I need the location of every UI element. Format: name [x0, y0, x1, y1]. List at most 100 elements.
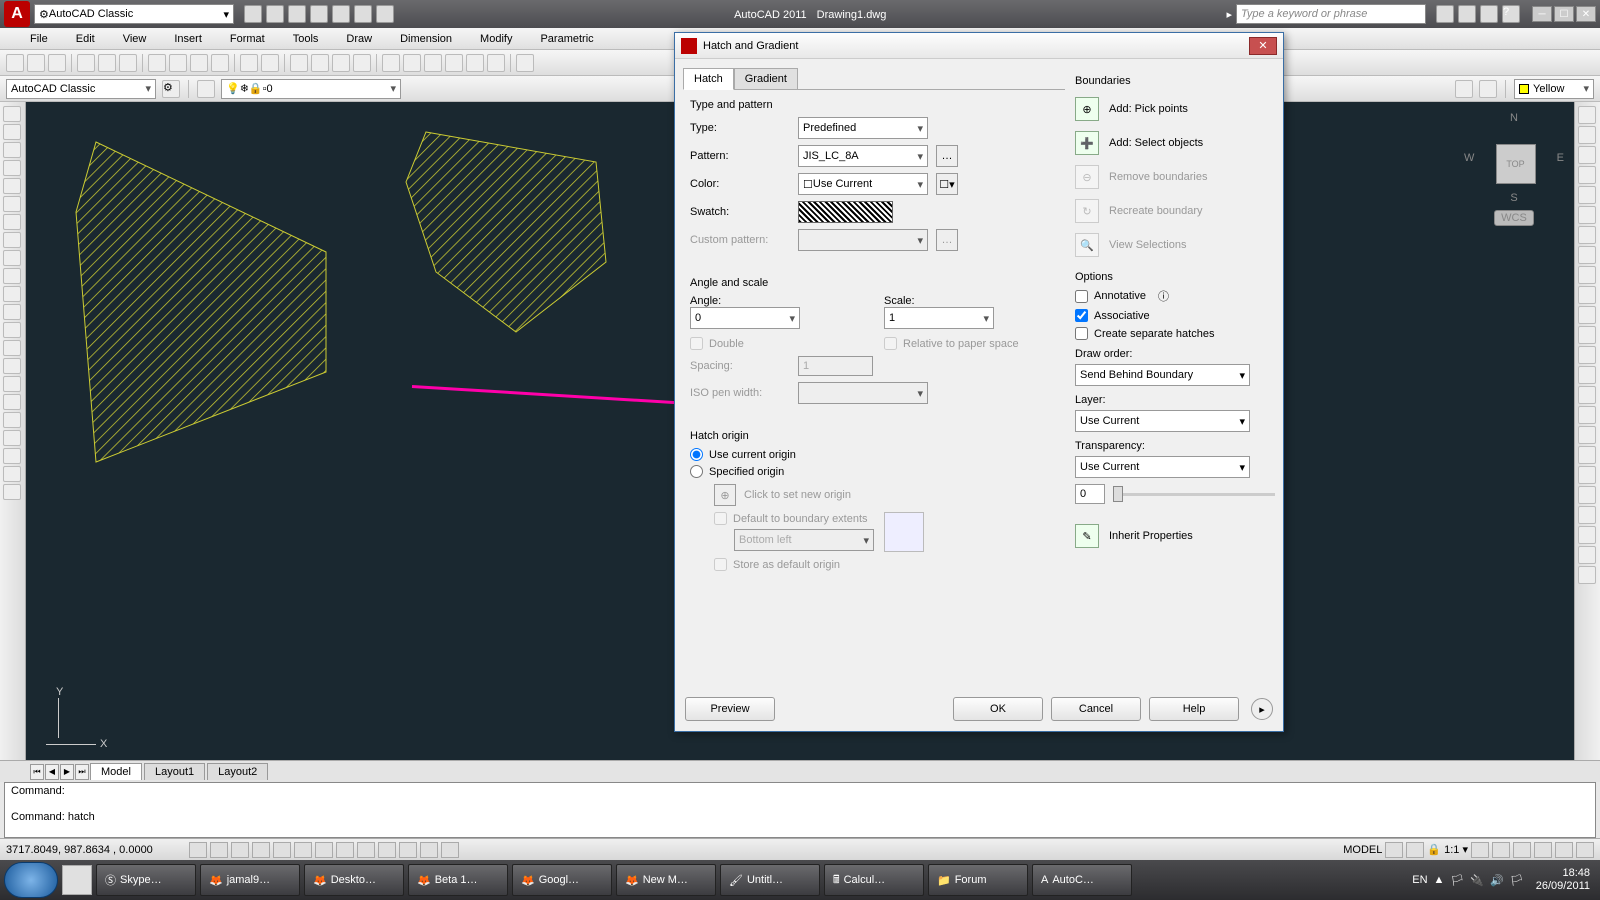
ortho-icon[interactable] — [231, 842, 249, 858]
ray-icon[interactable] — [3, 484, 21, 500]
chamfer-icon[interactable] — [1578, 366, 1596, 384]
donut-icon[interactable] — [3, 466, 21, 482]
qnew-icon[interactable] — [6, 54, 24, 72]
color-select[interactable]: ☐ Use Current — [798, 173, 928, 195]
pan-icon[interactable] — [290, 54, 308, 72]
close-button[interactable]: ✕ — [1576, 6, 1596, 22]
workspace-dd[interactable]: AutoCAD Classic — [6, 79, 156, 99]
rotate-icon[interactable] — [1578, 226, 1596, 244]
tray-flag-icon[interactable]: 🏳 — [1450, 874, 1464, 887]
preview-icon[interactable] — [98, 54, 116, 72]
layermatch-icon[interactable] — [1479, 80, 1497, 98]
region-icon[interactable] — [3, 268, 21, 284]
sc-icon[interactable] — [441, 842, 459, 858]
array-icon[interactable] — [1578, 186, 1596, 204]
paste-icon[interactable] — [190, 54, 208, 72]
menu-draw[interactable]: Draw — [346, 33, 372, 45]
tray-vol-icon[interactable]: 🔊 — [1490, 874, 1504, 887]
bgcolor-button[interactable]: ☐▾ — [936, 173, 958, 195]
menu-file[interactable]: File — [30, 33, 48, 45]
gradient-icon[interactable] — [3, 376, 21, 392]
task-ff2[interactable]: 🦊 Deskto… — [304, 864, 404, 896]
move-icon[interactable] — [1578, 206, 1596, 224]
maximize-button[interactable]: ☐ — [1554, 6, 1574, 22]
anno-icon[interactable] — [1471, 842, 1489, 858]
viewcube-n[interactable]: N — [1464, 112, 1564, 124]
center-icon[interactable] — [1578, 506, 1596, 524]
menu-edit[interactable]: Edit — [76, 33, 95, 45]
command-window[interactable]: Command: Command: hatch — [4, 782, 1596, 838]
match-icon[interactable] — [211, 54, 229, 72]
osnap-icon[interactable] — [273, 842, 291, 858]
menu-view[interactable]: View — [123, 33, 147, 45]
join-icon[interactable] — [1578, 346, 1596, 364]
helix-icon[interactable] — [3, 448, 21, 464]
stretch-icon[interactable] — [1578, 266, 1596, 284]
print-icon[interactable] — [376, 5, 394, 23]
gear-icon[interactable]: ⚙ — [162, 80, 180, 98]
menu-insert[interactable]: Insert — [174, 33, 202, 45]
task-paint[interactable]: 🖌 Untitl… — [720, 864, 820, 896]
specified-origin-radio[interactable]: Specified origin — [690, 465, 1058, 478]
zoomwin-icon[interactable] — [332, 54, 350, 72]
grid2-icon[interactable] — [1385, 842, 1403, 858]
select-objects-button[interactable]: ➕Add: Select objects — [1075, 131, 1275, 155]
circle-icon[interactable] — [3, 196, 21, 212]
associative-check[interactable]: Associative — [1075, 309, 1275, 322]
swatch-preview[interactable] — [798, 201, 893, 223]
annotative-check[interactable]: Annotative ⓘ — [1075, 288, 1275, 304]
block-icon[interactable] — [3, 340, 21, 356]
ellipse-icon[interactable] — [3, 232, 21, 248]
text-icon[interactable] — [1578, 446, 1596, 464]
angle-select[interactable]: 0 — [690, 307, 800, 329]
open-icon[interactable] — [266, 5, 284, 23]
line-icon[interactable] — [3, 106, 21, 122]
menu-parametric[interactable]: Parametric — [540, 33, 593, 45]
scale-select[interactable]: 1 — [884, 307, 994, 329]
menu-tools[interactable]: Tools — [293, 33, 319, 45]
tab-hatch[interactable]: Hatch — [683, 68, 734, 90]
cancel-button[interactable]: Cancel — [1051, 697, 1141, 721]
redo2-icon[interactable] — [261, 54, 279, 72]
cut-icon[interactable] — [148, 54, 166, 72]
task-ff3[interactable]: 🦊 Beta 1… — [408, 864, 508, 896]
edit-icon[interactable] — [1578, 526, 1596, 544]
layer-select[interactable]: Use Current — [1075, 410, 1250, 432]
menu-dimension[interactable]: Dimension — [400, 33, 452, 45]
props-icon[interactable] — [382, 54, 400, 72]
tray-power-icon[interactable]: 🔌 — [1470, 874, 1484, 887]
tpy-icon[interactable] — [399, 842, 417, 858]
insert-icon[interactable] — [3, 358, 21, 374]
annoscale[interactable]: 1:1 — [1444, 844, 1459, 856]
menu-modify[interactable]: Modify — [480, 33, 512, 45]
help2-icon[interactable] — [516, 54, 534, 72]
workspace-selector[interactable]: ⚙ AutoCAD Classic — [34, 4, 234, 24]
align-icon[interactable] — [1578, 546, 1596, 564]
tab-last-icon[interactable]: ⏭ — [75, 764, 89, 780]
mtext-icon[interactable] — [3, 322, 21, 338]
rect-icon[interactable] — [3, 160, 21, 176]
fillet-icon[interactable] — [1578, 386, 1596, 404]
zoom-icon[interactable] — [311, 54, 329, 72]
dcenter-icon[interactable] — [403, 54, 421, 72]
hw-icon[interactable] — [1534, 842, 1552, 858]
redo-icon[interactable] — [354, 5, 372, 23]
hatch-icon[interactable] — [3, 250, 21, 266]
task-ff5[interactable]: 🦊 New M… — [616, 864, 716, 896]
binoculars-icon[interactable] — [1436, 5, 1454, 23]
tray-net-icon[interactable]: ▲ — [1434, 874, 1445, 886]
tpalette-icon[interactable] — [424, 54, 442, 72]
new-icon[interactable] — [244, 5, 262, 23]
viewcube-top[interactable]: TOP — [1496, 144, 1536, 184]
copy-icon[interactable] — [169, 54, 187, 72]
tab-model[interactable]: Model — [90, 763, 142, 780]
markup-icon[interactable] — [466, 54, 484, 72]
layer-dd[interactable]: 💡❄🔒▫ 0 — [221, 79, 401, 99]
polar-icon[interactable] — [252, 842, 270, 858]
task-ff1[interactable]: 🦊 jamal9… — [200, 864, 300, 896]
transparency-select[interactable]: Use Current — [1075, 456, 1250, 478]
exchange-icon[interactable] — [1458, 5, 1476, 23]
ducs-icon[interactable] — [336, 842, 354, 858]
task-acad[interactable]: A AutoC… — [1032, 864, 1132, 896]
wipeout-icon[interactable] — [3, 430, 21, 446]
